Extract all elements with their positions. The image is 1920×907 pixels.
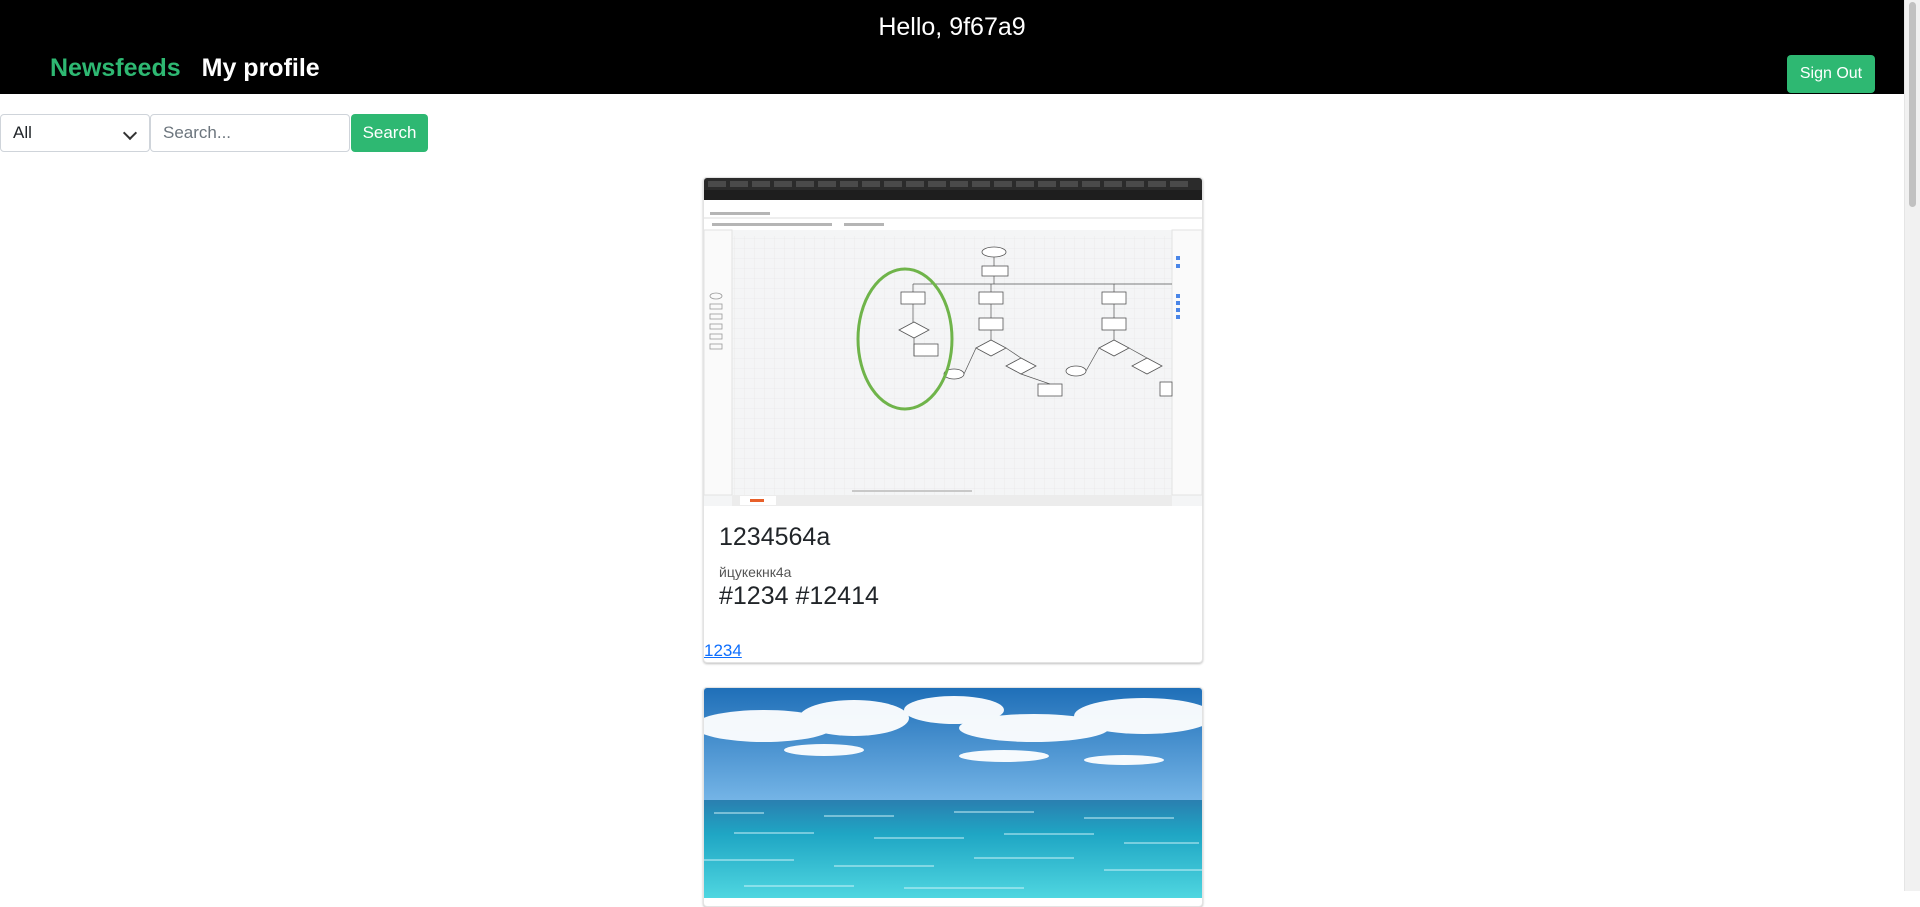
post-card — [703, 687, 1203, 907]
main-nav: Newsfeeds My profile — [50, 54, 320, 83]
search-button[interactable]: Search — [351, 114, 428, 152]
chevron-down-icon — [122, 125, 138, 141]
post-link[interactable]: 1234 — [704, 641, 742, 661]
scrollbar-thumb[interactable] — [1909, 2, 1916, 207]
nav-newsfeeds[interactable]: Newsfeeds — [50, 54, 181, 83]
greeting-text: Hello, 9f67a9 — [878, 13, 1026, 41]
post-tags: #1234 #12414 — [719, 582, 879, 610]
post-image — [704, 178, 1202, 506]
post-title: 1234564a — [719, 523, 831, 551]
filter-select[interactable]: All — [0, 114, 150, 152]
filter-select-value: All — [13, 123, 32, 142]
sign-out-button[interactable]: Sign Out — [1787, 55, 1875, 93]
page-scrollbar[interactable] — [1904, 0, 1920, 891]
top-bar: Hello, 9f67a9 Newsfeeds My profile Sign … — [0, 0, 1904, 94]
nav-my-profile[interactable]: My profile — [202, 54, 320, 83]
search-input[interactable] — [150, 114, 350, 152]
post-text: йцукекнк4а — [719, 564, 792, 580]
post-card: 1234564a йцукекнк4а #1234 #12414 1234 — [703, 177, 1203, 663]
post-image — [704, 688, 1202, 898]
